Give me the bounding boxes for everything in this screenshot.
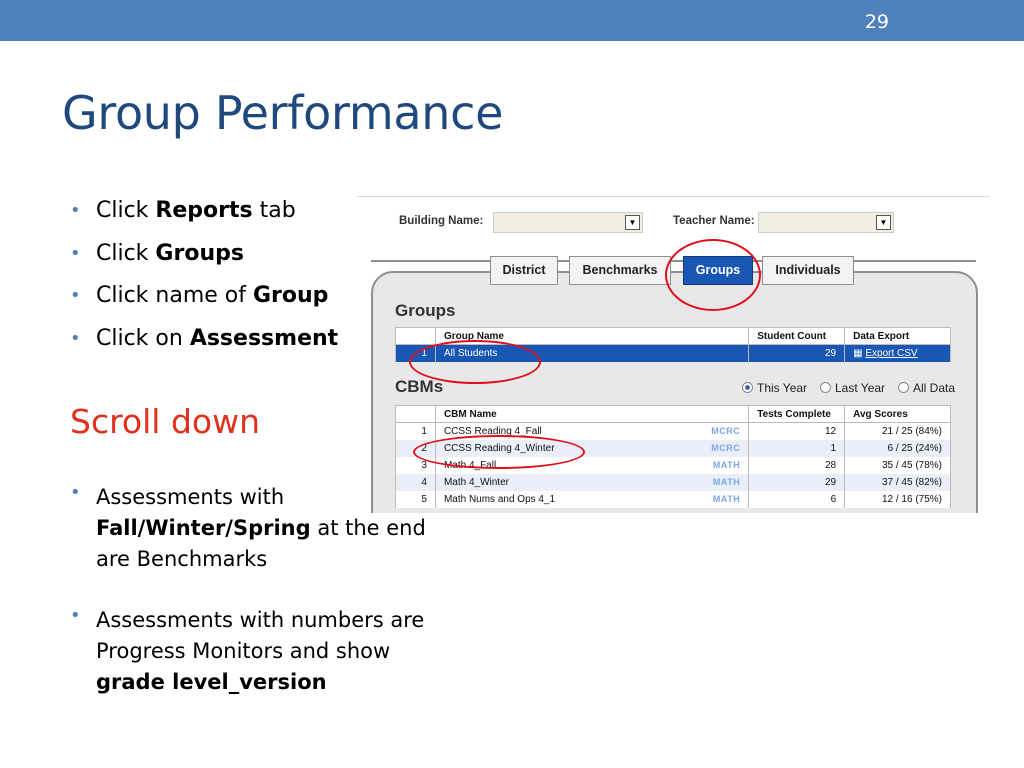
app-screenshot: Building Name: ▼ Teacher Name: ▼ Distric… [357,196,990,513]
tab-district[interactable]: District [490,256,558,285]
bullet-icon: • [70,285,81,306]
note-item: • Assessments with numbers are Progress M… [70,605,425,694]
slide-number: 29 [864,11,889,33]
cbms-table: CBM Name Tests Complete Avg Scores 1 CCS… [395,405,951,508]
tab-divider [371,260,976,262]
chevron-down-icon[interactable]: ▼ [876,215,891,230]
filter-last-year[interactable]: Last Year [820,381,885,395]
cbm-tag: MATH [712,477,741,487]
groups-header-row: Group Name Student Count Data Export [395,327,951,345]
teacher-name-select[interactable]: ▼ [758,212,894,233]
groups-table: Group Name Student Count Data Export 1 A… [395,327,951,362]
bullet-icon: • [70,327,81,349]
filter-this-year[interactable]: This Year [742,381,807,395]
column-header: Tests Complete [748,405,846,423]
instruction-list: • Click Reports tab • Click Groups • Click … [70,195,338,365]
column-header: Data Export [844,327,951,345]
instruction-item: • Click Groups [70,238,338,281]
instruction-item: • Click Reports tab [70,195,338,238]
table-row[interactable]: 1 All Students 29 ▦ Export CSV [395,344,951,362]
spreadsheet-icon: ▦ [853,348,866,359]
cbms-heading: CBMs [395,377,444,396]
building-name-select[interactable]: ▼ [493,212,643,233]
cbm-name-link[interactable]: Math 4_Winter [444,477,509,488]
radio-icon[interactable] [898,382,909,393]
cbm-name-link[interactable]: Math 4_Fall [444,460,496,471]
cbms-header-row: CBM Name Tests Complete Avg Scores [395,405,951,423]
chevron-down-icon[interactable]: ▼ [625,215,640,230]
cbm-name-link[interactable]: Math Nums and Ops 4_1 [444,494,555,505]
slide-title: Group Performance [62,86,504,140]
radio-icon[interactable] [820,382,831,393]
bullet-icon: • [70,242,81,264]
cbm-tag: MCRC [711,443,741,453]
export-csv-link[interactable]: Export CSV [865,348,917,359]
column-header: CBM Name [434,405,750,423]
filter-all-data[interactable]: All Data [898,381,955,395]
cbm-tag: MCRC [711,426,741,436]
tab-groups[interactable]: Groups [683,256,753,285]
cbm-name-link[interactable]: CCSS Reading 4_Fall [444,426,542,437]
group-name-link[interactable]: All Students [434,344,750,362]
cbm-name-link[interactable]: CCSS Reading 4_Winter [444,443,555,454]
instruction-item: • Click name of Group [70,280,338,323]
groups-heading: Groups [395,301,456,320]
cbm-tag: MATH [712,460,741,470]
table-row[interactable]: 3 Math 4_Fall MATH 28 35 / 45 (78%) [395,457,951,474]
scroll-down-note: Scroll down [70,402,260,441]
column-header: Student Count [748,327,846,345]
table-row[interactable]: 2 CCSS Reading 4_Winter MCRC 1 6 / 25 (24… [395,440,951,457]
radio-selected-icon[interactable] [742,382,753,393]
cbm-tag: MATH [712,494,741,504]
column-header: Group Name [434,327,750,345]
tab-benchmarks[interactable]: Benchmarks [569,256,671,285]
bullet-icon: • [70,605,81,626]
building-name-label: Building Name: [399,215,484,227]
bullet-icon: • [70,200,81,221]
column-header: Avg Scores [844,405,951,423]
tab-individuals[interactable]: Individuals [762,256,854,285]
table-row[interactable]: 1 CCSS Reading 4_Fall MCRC 12 21 / 25 (84… [395,422,951,440]
teacher-name-label: Teacher Name: [673,215,755,227]
instruction-item: • Click on Assessment [70,323,338,366]
table-row[interactable]: 5 Math Nums and Ops 4_1 MATH 6 12 / 16 (7… [395,491,951,508]
header-bar: 29 [0,0,1024,41]
bullet-icon: • [70,482,81,503]
table-row[interactable]: 4 Math 4_Winter MATH 29 37 / 45 (82%) [395,474,951,491]
